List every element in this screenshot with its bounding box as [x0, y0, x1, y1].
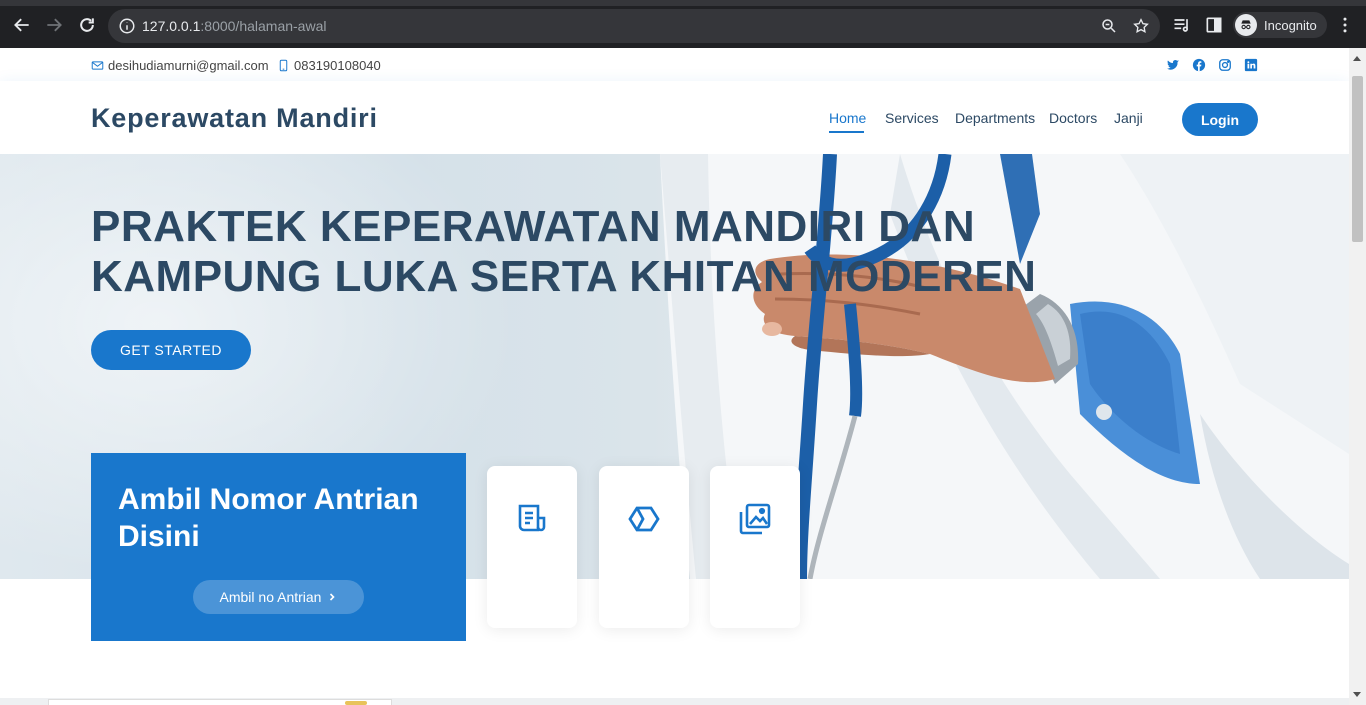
- hero-title: PRAKTEK KEPERAWATAN MANDIRI DAN KAMPUNG …: [91, 202, 1037, 301]
- page-scrollbar[interactable]: [1349, 48, 1366, 705]
- next-section-image-edge: [345, 701, 367, 705]
- nav-home[interactable]: Home: [829, 110, 866, 126]
- bookmark-star-icon[interactable]: [1132, 17, 1150, 35]
- nav-active-indicator: [829, 131, 864, 133]
- feature-card[interactable]: [487, 466, 577, 628]
- phone-text: 083190108040: [294, 58, 381, 73]
- zoom-icon[interactable]: [1100, 17, 1118, 35]
- more-menu-icon[interactable]: [1335, 15, 1355, 35]
- page-viewport: desihudiamurni@gmail.com 083190108040 Ke…: [0, 48, 1366, 705]
- site-info-icon[interactable]: [118, 17, 136, 35]
- incognito-icon: [1235, 14, 1257, 36]
- next-section-card: [48, 699, 392, 705]
- take-queue-button[interactable]: Ambil no Antrian: [193, 580, 364, 614]
- nav-janji[interactable]: Janji: [1114, 110, 1143, 126]
- images-icon: [739, 503, 771, 535]
- email-contact: desihudiamurni@gmail.com: [91, 58, 269, 73]
- profile-label: Incognito: [1264, 17, 1317, 33]
- site-header: Keperawatan Mandiri Home Services Depart…: [0, 81, 1349, 154]
- queue-panel: Ambil Nomor Antrian Disini Ambil no Antr…: [91, 453, 466, 641]
- instagram-icon[interactable]: [1218, 58, 1232, 72]
- back-icon[interactable]: [11, 14, 33, 36]
- receipt-icon: [518, 504, 546, 532]
- twitter-icon[interactable]: [1166, 58, 1180, 72]
- nav-departments[interactable]: Departments: [955, 110, 1035, 126]
- nav-services[interactable]: Services: [885, 110, 939, 126]
- feature-card[interactable]: [710, 466, 800, 628]
- reading-list-icon[interactable]: [1172, 15, 1192, 35]
- login-button[interactable]: Login: [1182, 103, 1258, 136]
- tab-strip: [0, 0, 1366, 6]
- side-panel-icon[interactable]: [1204, 15, 1224, 35]
- scroll-thumb[interactable]: [1352, 76, 1363, 242]
- forward-icon[interactable]: [43, 14, 65, 36]
- contact-bar: desihudiamurni@gmail.com 083190108040: [0, 48, 1349, 81]
- address-bar[interactable]: 127.0.0.1:8000/halaman-awal: [108, 9, 1160, 43]
- chevron-right-icon: [330, 593, 336, 601]
- scroll-up-arrow-icon[interactable]: [1353, 56, 1361, 61]
- linkedin-icon[interactable]: [1244, 58, 1258, 72]
- phone-contact: 083190108040: [277, 58, 381, 73]
- take-queue-label: Ambil no Antrian: [219, 589, 322, 605]
- feature-card[interactable]: [599, 466, 689, 628]
- browser-toolbar: 127.0.0.1:8000/halaman-awal Incognito: [0, 0, 1366, 48]
- cube-icon: [628, 506, 660, 532]
- url-host: 127.0.0.1: [142, 18, 201, 34]
- queue-title: Ambil Nomor Antrian Disini: [118, 483, 419, 553]
- url-text: 127.0.0.1:8000/halaman-awal: [142, 18, 326, 34]
- email-text: desihudiamurni@gmail.com: [108, 58, 269, 73]
- site-logo[interactable]: Keperawatan Mandiri: [91, 103, 378, 134]
- facebook-icon[interactable]: [1192, 58, 1206, 72]
- envelope-icon: [91, 61, 104, 70]
- reload-icon[interactable]: [76, 14, 98, 36]
- scroll-down-arrow-icon[interactable]: [1353, 692, 1361, 697]
- phone-icon: [279, 59, 288, 72]
- url-path: :8000/halaman-awal: [200, 18, 327, 34]
- get-started-button[interactable]: GET STARTED: [91, 330, 251, 370]
- nav-doctors[interactable]: Doctors: [1049, 110, 1097, 126]
- profile-button[interactable]: Incognito: [1233, 12, 1327, 38]
